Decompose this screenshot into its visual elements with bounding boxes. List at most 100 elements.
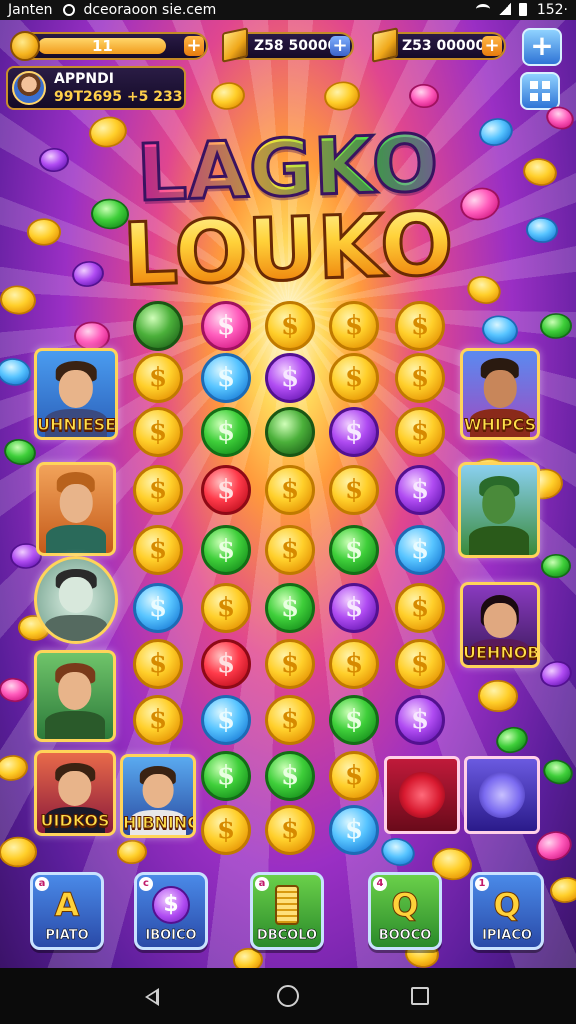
coin-red[interactable]: $ bbox=[201, 639, 251, 689]
bottom-button-booco[interactable]: 4 Q BOOCO bbox=[368, 872, 442, 950]
coin-gold[interactable]: $ bbox=[133, 465, 183, 515]
coin-orb[interactable] bbox=[133, 301, 183, 351]
coin-blue[interactable]: $ bbox=[329, 805, 379, 855]
character-face bbox=[482, 484, 516, 525]
coin-gold[interactable]: $ bbox=[133, 525, 183, 575]
coin-gold[interactable]: $ bbox=[395, 639, 445, 689]
button-label: IBOICO bbox=[145, 928, 197, 944]
coin-gold[interactable]: $ bbox=[395, 301, 445, 351]
coin-gold[interactable]: $ bbox=[265, 525, 315, 575]
coin-gold[interactable]: $ bbox=[329, 301, 379, 351]
back-icon[interactable] bbox=[145, 988, 159, 1006]
coin-purple[interactable]: $ bbox=[265, 353, 315, 403]
menu-grid-button[interactable] bbox=[520, 72, 560, 110]
signal-icon bbox=[498, 3, 511, 15]
level-coin-icon bbox=[10, 31, 40, 61]
coin-gold[interactable]: $ bbox=[329, 639, 379, 689]
character-card-5[interactable]: UIDKOS bbox=[34, 750, 116, 836]
bottom-button-iboico[interactable]: c $ IBOICO bbox=[134, 872, 208, 950]
floating-coin-icon bbox=[321, 78, 363, 114]
coin-gold[interactable]: $ bbox=[395, 407, 445, 457]
character-card-6[interactable]: HIBNING bbox=[120, 754, 196, 838]
character-face bbox=[58, 770, 92, 806]
floating-coin-icon bbox=[479, 312, 521, 348]
character-card-3[interactable] bbox=[34, 556, 118, 644]
gold-counter[interactable]: Z58 50000 + bbox=[222, 27, 354, 63]
button-label: BOOCO bbox=[378, 928, 432, 944]
coin-green[interactable]: $ bbox=[329, 695, 379, 745]
coin-green[interactable]: $ bbox=[265, 751, 315, 801]
coin-blue[interactable]: $ bbox=[201, 353, 251, 403]
character-card-9[interactable]: UEHNOB bbox=[460, 582, 540, 668]
character-card-7[interactable]: WHIPCS bbox=[460, 348, 540, 440]
coin-gold[interactable]: $ bbox=[265, 639, 315, 689]
character-body bbox=[468, 526, 530, 555]
coin-pink[interactable]: $ bbox=[201, 301, 251, 351]
rose-tile-blue[interactable] bbox=[464, 756, 540, 834]
coin-gold[interactable]: $ bbox=[329, 751, 379, 801]
coin-gold[interactable]: $ bbox=[133, 353, 183, 403]
bottom-button-ipiaco[interactable]: 1 Q IPIACO bbox=[470, 872, 544, 950]
floating-coin-icon bbox=[477, 679, 519, 713]
bottom-button-dbcolo[interactable]: a DBCOLO bbox=[250, 872, 324, 950]
character-card-8[interactable] bbox=[458, 462, 540, 558]
floating-coin-icon bbox=[548, 875, 576, 905]
coin-purple[interactable]: $ bbox=[395, 695, 445, 745]
coin-gold[interactable]: $ bbox=[265, 301, 315, 351]
floating-coin-icon bbox=[377, 833, 419, 871]
bottom-button-piato[interactable]: a A PIATO bbox=[30, 872, 104, 950]
coin-purple[interactable]: $ bbox=[395, 465, 445, 515]
rose-tile-red[interactable] bbox=[384, 756, 460, 834]
coin-gold[interactable]: $ bbox=[133, 639, 183, 689]
avatar[interactable] bbox=[12, 71, 46, 105]
coin-plus-button[interactable]: + bbox=[482, 36, 502, 56]
coin-gold[interactable]: $ bbox=[133, 695, 183, 745]
xp-plus-button[interactable]: + bbox=[184, 36, 204, 56]
home-icon[interactable] bbox=[277, 985, 299, 1007]
red-rose-icon bbox=[399, 772, 445, 818]
coin-blue[interactable]: $ bbox=[133, 583, 183, 633]
coin-gold[interactable]: $ bbox=[201, 583, 251, 633]
blue-rose-icon bbox=[479, 772, 525, 818]
coin-gold[interactable]: $ bbox=[265, 695, 315, 745]
coin-purple[interactable]: $ bbox=[329, 583, 379, 633]
coin-stack-icon bbox=[372, 27, 398, 63]
battery-icon bbox=[519, 3, 528, 16]
character-card-2[interactable] bbox=[36, 462, 116, 556]
coin-gold[interactable]: $ bbox=[133, 407, 183, 457]
coin-gold[interactable]: $ bbox=[329, 353, 379, 403]
floating-coin-icon bbox=[540, 553, 572, 579]
coin-green[interactable]: $ bbox=[329, 525, 379, 575]
coin-green[interactable]: $ bbox=[201, 407, 251, 457]
gold-plus-button[interactable]: + bbox=[330, 36, 350, 56]
globe-icon bbox=[63, 4, 76, 16]
character-body bbox=[44, 614, 108, 641]
coin-purple[interactable]: $ bbox=[329, 407, 379, 457]
coin-blue[interactable]: $ bbox=[201, 695, 251, 745]
recent-apps-icon[interactable] bbox=[411, 987, 429, 1005]
status-url: dceoraoon sie.cem bbox=[83, 2, 217, 18]
coin-green[interactable]: $ bbox=[201, 525, 251, 575]
add-button[interactable]: + bbox=[522, 28, 562, 66]
floating-coin-icon bbox=[532, 827, 576, 865]
character-face bbox=[58, 369, 94, 408]
character-card-4[interactable] bbox=[34, 650, 116, 742]
coin-gold[interactable]: $ bbox=[265, 465, 315, 515]
coin-gold[interactable]: $ bbox=[395, 353, 445, 403]
coin-gold[interactable]: $ bbox=[201, 805, 251, 855]
player-card[interactable]: APPNDI 99T2695 +5 233 bbox=[6, 66, 186, 110]
coin-gold[interactable]: $ bbox=[329, 465, 379, 515]
coin-green[interactable]: $ bbox=[265, 583, 315, 633]
xp-bar[interactable]: 11 + bbox=[10, 31, 208, 61]
coin-orb[interactable] bbox=[265, 407, 315, 457]
player-stats: 99T2695 +5 233 bbox=[54, 89, 183, 105]
coin-red[interactable]: $ bbox=[201, 465, 251, 515]
coin-gold[interactable]: $ bbox=[265, 805, 315, 855]
coin-counter[interactable]: Z53 00000 + bbox=[372, 27, 506, 63]
coin-gold[interactable]: $ bbox=[395, 583, 445, 633]
coin-blue[interactable]: $ bbox=[395, 525, 445, 575]
character-card-1[interactable]: UHNIESE bbox=[34, 348, 118, 440]
coin-green[interactable]: $ bbox=[201, 751, 251, 801]
character-name: UIDKOS bbox=[40, 811, 110, 831]
status-left: Janten dceoraoon sie.cem bbox=[8, 0, 216, 20]
